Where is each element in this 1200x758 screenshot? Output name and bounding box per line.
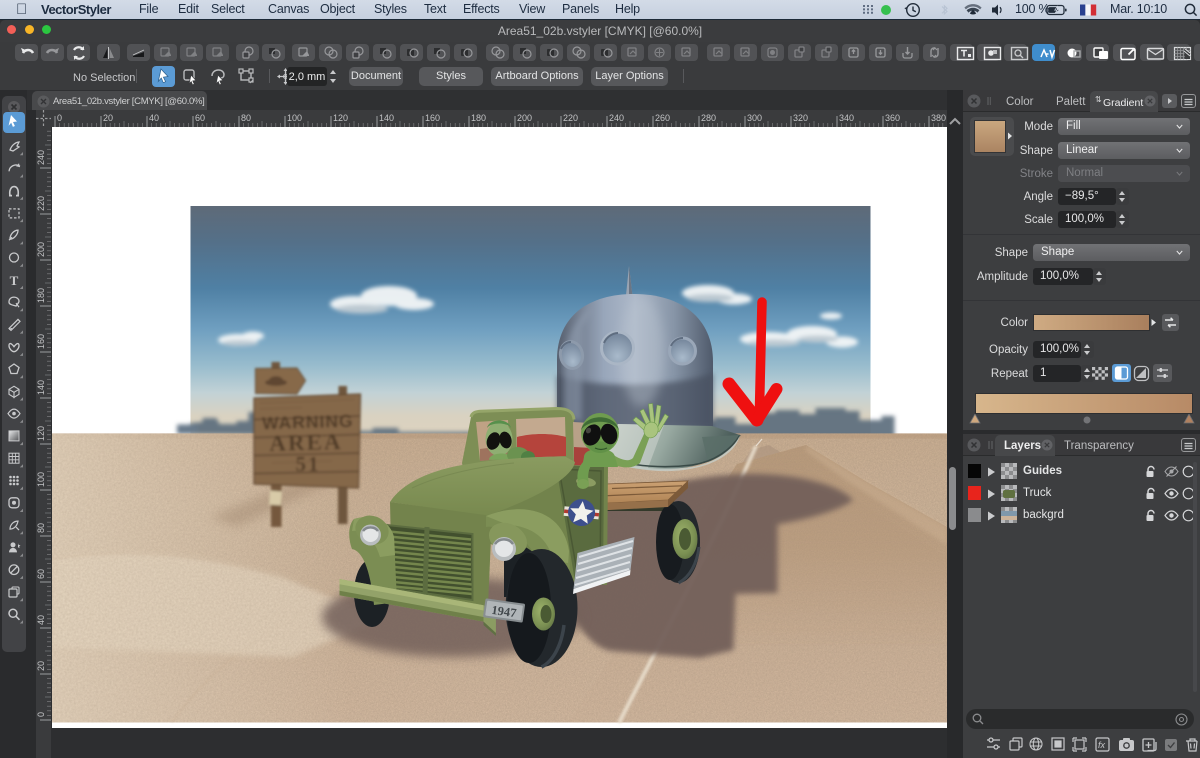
- svg-text:140: 140: [36, 380, 46, 395]
- svg-text:180: 180: [471, 113, 486, 123]
- svg-text:160: 160: [425, 113, 440, 123]
- svg-text:360: 360: [885, 113, 900, 123]
- svg-text:140: 140: [379, 113, 394, 123]
- svg-text:80: 80: [241, 113, 251, 123]
- svg-text:220: 220: [563, 113, 578, 123]
- svg-text:220: 220: [36, 196, 46, 211]
- svg-text:fx: fx: [1098, 740, 1106, 750]
- svg-text:320: 320: [793, 113, 808, 123]
- svg-text:160: 160: [36, 334, 46, 349]
- svg-text:280: 280: [701, 113, 716, 123]
- svg-text:40: 40: [36, 615, 46, 625]
- svg-text:180: 180: [36, 288, 46, 303]
- svg-text:100: 100: [287, 113, 302, 123]
- svg-text:0: 0: [57, 113, 62, 123]
- svg-text:60: 60: [36, 569, 46, 579]
- svg-text:80: 80: [36, 523, 46, 533]
- svg-text:200: 200: [517, 113, 532, 123]
- svg-text:100: 100: [36, 472, 46, 487]
- svg-text:51: 51: [295, 452, 320, 476]
- svg-text:120: 120: [333, 113, 348, 123]
- svg-text:240: 240: [609, 113, 624, 123]
- svg-text:T: T: [10, 273, 19, 288]
- svg-text:20: 20: [36, 661, 46, 671]
- svg-text:60: 60: [195, 113, 205, 123]
- svg-text:380: 380: [931, 113, 946, 123]
- svg-text:40: 40: [149, 113, 159, 123]
- svg-text:240: 240: [36, 150, 46, 165]
- svg-text:0: 0: [36, 712, 46, 717]
- svg-text:120: 120: [36, 426, 46, 441]
- svg-text:20: 20: [103, 113, 113, 123]
- svg-text:340: 340: [839, 113, 854, 123]
- svg-text:300: 300: [747, 113, 762, 123]
- svg-text:260: 260: [655, 113, 670, 123]
- svg-text:200: 200: [36, 242, 46, 257]
